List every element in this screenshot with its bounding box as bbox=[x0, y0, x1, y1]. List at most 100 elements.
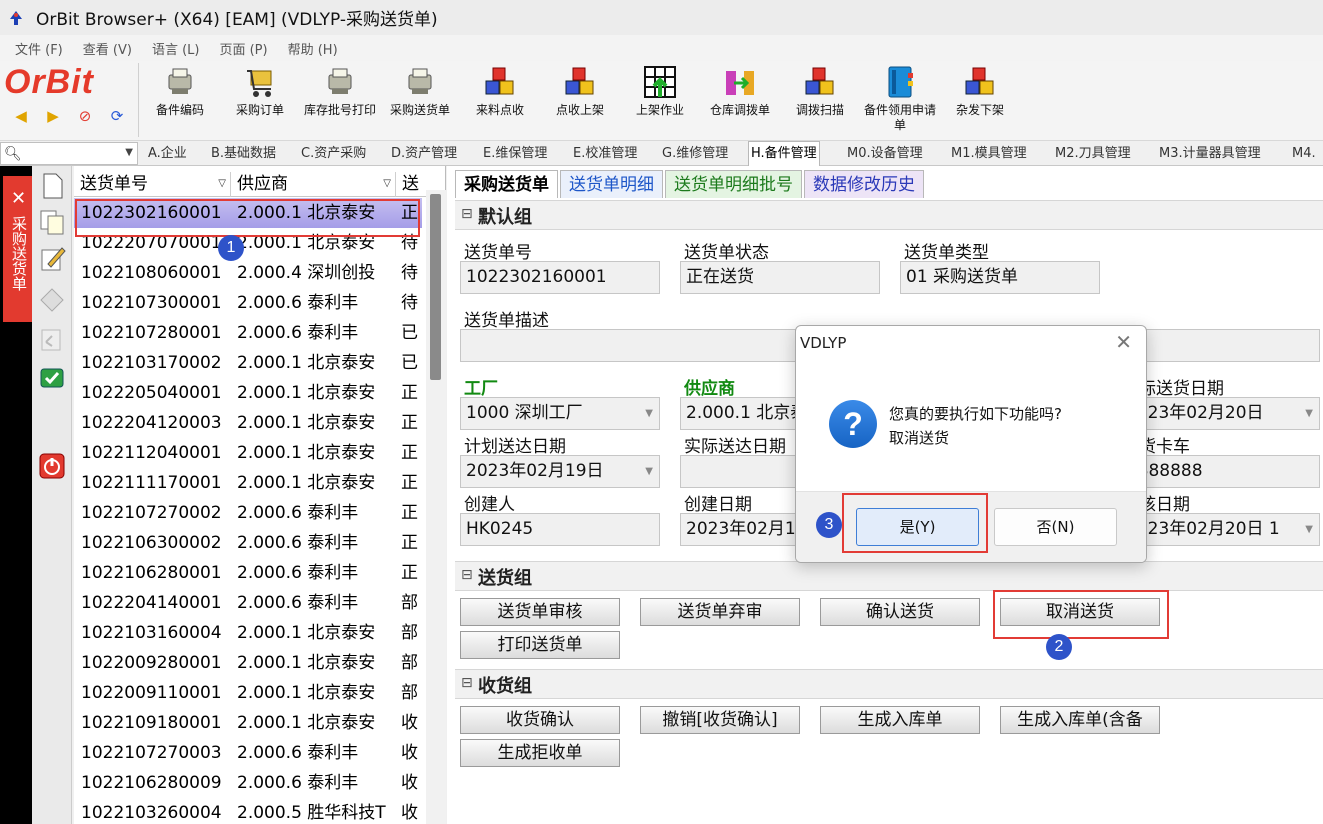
menu-help[interactable]: 帮助 (H) bbox=[288, 39, 338, 58]
close-icon[interactable]: ✕ bbox=[11, 188, 26, 209]
toolbar-warehouse-transfer[interactable]: 仓库调拨单 bbox=[701, 65, 779, 118]
column-header-supplier[interactable]: 供应商 ▽ bbox=[231, 172, 396, 197]
refresh-icon[interactable]: ⟳ bbox=[106, 107, 128, 125]
create-inbound-spare-button[interactable]: 生成入库单(含备 bbox=[1000, 706, 1160, 734]
table-row[interactable]: 1022205040001 2.000.1 北京泰安 正 bbox=[74, 378, 422, 408]
unaudit-button[interactable]: 送货单弃审 bbox=[640, 598, 800, 626]
table-row[interactable]: 1022103260004 2.000.5 胜华科技T 收 bbox=[74, 798, 422, 824]
copy-icon[interactable] bbox=[38, 208, 66, 236]
group-delivery[interactable]: ⊟ 送货组 bbox=[455, 561, 1323, 591]
table-row[interactable]: 1022204120003 2.000.1 北京泰安 正 bbox=[74, 408, 422, 438]
chevron-down-icon[interactable]: ▼ bbox=[125, 147, 133, 158]
module-tab-m1[interactable]: M1.模具管理 bbox=[949, 143, 1029, 165]
module-tab-h[interactable]: H.备件管理 bbox=[748, 141, 820, 166]
field-audit-date[interactable]: 2023年02月20日 1 ▼ bbox=[1120, 513, 1320, 546]
undo-icon[interactable] bbox=[38, 326, 66, 354]
field-creator[interactable]: HK0245 bbox=[460, 513, 660, 546]
collapse-icon[interactable]: ⊟ bbox=[461, 567, 473, 583]
field-status[interactable]: 正在送货 bbox=[680, 261, 880, 294]
table-row[interactable]: 1022107280001 2.000.6 泰利丰 已 bbox=[74, 318, 422, 348]
chevron-down-icon[interactable]: ▼ bbox=[645, 398, 653, 429]
table-row[interactable]: 1022204140001 2.000.6 泰利丰 部 bbox=[74, 588, 422, 618]
edit-icon[interactable] bbox=[38, 244, 66, 272]
field-actual-ship[interactable]: 2023年02月20日 ▼ bbox=[1120, 397, 1320, 430]
print-delivery-button[interactable]: 打印送货单 bbox=[460, 631, 620, 659]
module-tab-e[interactable]: E.维保管理 bbox=[481, 143, 549, 165]
table-row[interactable]: 1022108060001 2.000.4 深圳创投 待 bbox=[74, 258, 422, 288]
table-row[interactable]: 1022107270002 2.000.6 泰利丰 正 bbox=[74, 498, 422, 528]
table-row[interactable]: 1022107270003 2.000.6 泰利丰 收 bbox=[74, 738, 422, 768]
module-tab-b[interactable]: B.基础数据 bbox=[209, 143, 278, 165]
module-tab-a[interactable]: A.企业 bbox=[146, 143, 189, 165]
field-plan-arrive[interactable]: 2023年02月19日 ▼ bbox=[460, 455, 660, 488]
field-truck[interactable]: B888888 bbox=[1120, 455, 1320, 488]
close-icon[interactable]: ✕ bbox=[1115, 330, 1132, 354]
arrow-right-icon[interactable]: ▶ bbox=[42, 107, 64, 125]
toolbar-spare-request[interactable]: 备件领用申请单 bbox=[861, 65, 939, 133]
toolbar-transfer-scan[interactable]: 调拨扫描 bbox=[781, 65, 859, 118]
create-reject-button[interactable]: 生成拒收单 bbox=[460, 739, 620, 767]
group-receive[interactable]: ⊟ 收货组 bbox=[455, 669, 1323, 699]
toolbar-receive-shelve[interactable]: 点收上架 bbox=[541, 65, 619, 118]
check-icon[interactable] bbox=[38, 364, 66, 392]
scrollbar-thumb[interactable] bbox=[430, 194, 441, 380]
filter-icon[interactable]: ▽ bbox=[218, 172, 226, 196]
module-tab-m3[interactable]: M3.计量器具管理 bbox=[1157, 143, 1263, 165]
table-row[interactable]: 1022106280001 2.000.6 泰利丰 正 bbox=[74, 558, 422, 588]
toolbar-shelve-job[interactable]: 上架作业 bbox=[621, 65, 699, 118]
undo-receive-button[interactable]: 撤销[收货确认] bbox=[640, 706, 800, 734]
collapse-icon[interactable]: ⊟ bbox=[461, 675, 473, 691]
column-header-status[interactable]: 送 bbox=[396, 172, 426, 197]
module-search-input[interactable]: 🔍︎ ▼ bbox=[0, 142, 138, 165]
toolbar-spare-code[interactable]: 备件编码 bbox=[141, 65, 219, 118]
table-row[interactable]: 1022106280009 2.000.6 泰利丰 收 bbox=[74, 768, 422, 798]
menu-page[interactable]: 页面 (P) bbox=[219, 39, 267, 58]
create-inbound-button[interactable]: 生成入库单 bbox=[820, 706, 980, 734]
chevron-down-icon[interactable]: ▼ bbox=[1305, 514, 1313, 545]
toolbar-delivery-note[interactable]: 采购送货单 bbox=[381, 65, 459, 118]
power-icon[interactable] bbox=[38, 452, 66, 480]
menu-language[interactable]: 语言 (L) bbox=[152, 39, 200, 58]
table-row[interactable]: 1022009110001 2.000.1 北京泰安 部 bbox=[74, 678, 422, 708]
toolbar-misc-issue[interactable]: 杂发下架 bbox=[941, 65, 1019, 118]
module-tab-d[interactable]: D.资产管理 bbox=[389, 143, 459, 165]
module-tab-m2[interactable]: M2.刀具管理 bbox=[1053, 143, 1133, 165]
tab-detail-batch[interactable]: 送货单明细批号 bbox=[665, 170, 802, 198]
field-order-no[interactable]: 1022302160001 bbox=[460, 261, 660, 294]
receive-confirm-button[interactable]: 收货确认 bbox=[460, 706, 620, 734]
column-header-order-no[interactable]: 送货单号 ▽ bbox=[74, 172, 231, 197]
table-row[interactable]: 1022111170001 2.000.1 北京泰安 正 bbox=[74, 468, 422, 498]
table-row[interactable]: 1022109180001 2.000.1 北京泰安 收 bbox=[74, 708, 422, 738]
list-scrollbar[interactable] bbox=[426, 190, 446, 824]
module-tab-g[interactable]: G.维修管理 bbox=[660, 143, 730, 165]
toolbar-batch-print[interactable]: 库存批号打印 bbox=[301, 65, 379, 118]
menu-file[interactable]: 文件 (F) bbox=[15, 39, 63, 58]
collapse-icon[interactable]: ⊟ bbox=[461, 206, 473, 222]
field-factory[interactable]: 1000 深圳工厂 ▼ bbox=[460, 397, 660, 430]
audit-button[interactable]: 送货单审核 bbox=[460, 598, 620, 626]
sidebar-tab-delivery[interactable]: ✕ 采购送货单 bbox=[3, 176, 32, 322]
toolbar-purchase-order[interactable]: 采购订单 bbox=[221, 65, 299, 118]
no-button[interactable]: 否(N) bbox=[994, 508, 1117, 546]
chevron-down-icon[interactable]: ▼ bbox=[645, 456, 653, 487]
new-page-icon[interactable] bbox=[38, 172, 66, 200]
arrow-left-icon[interactable]: ◀ bbox=[10, 107, 32, 125]
tab-delivery-detail[interactable]: 送货单明细 bbox=[560, 170, 663, 198]
module-tab-m4[interactable]: M4.工 bbox=[1290, 143, 1323, 183]
group-default[interactable]: ⊟ 默认组 bbox=[455, 200, 1323, 230]
table-row[interactable]: 1022103170002 2.000.1 北京泰安 已 bbox=[74, 348, 422, 378]
chevron-down-icon[interactable]: ▼ bbox=[1305, 398, 1313, 429]
stop-icon[interactable]: ⊘ bbox=[74, 107, 96, 125]
table-row[interactable]: 1022103160004 2.000.1 北京泰安 部 bbox=[74, 618, 422, 648]
tab-change-history[interactable]: 数据修改历史 bbox=[804, 170, 924, 198]
menu-view[interactable]: 查看 (V) bbox=[83, 39, 132, 58]
toolbar-incoming-receive[interactable]: 来料点收 bbox=[461, 65, 539, 118]
table-row[interactable]: 1022107300001 2.000.6 泰利丰 待 bbox=[74, 288, 422, 318]
delete-icon[interactable] bbox=[38, 286, 66, 314]
module-tab-e2[interactable]: E.校准管理 bbox=[571, 143, 639, 165]
module-tab-c[interactable]: C.资产采购 bbox=[299, 143, 368, 165]
filter-icon[interactable]: ▽ bbox=[383, 172, 391, 196]
table-row[interactable]: 1022112040001 2.000.1 北京泰安 正 bbox=[74, 438, 422, 468]
tab-delivery-note[interactable]: 采购送货单 bbox=[455, 170, 558, 198]
field-type[interactable]: 01 采购送货单 bbox=[900, 261, 1100, 294]
